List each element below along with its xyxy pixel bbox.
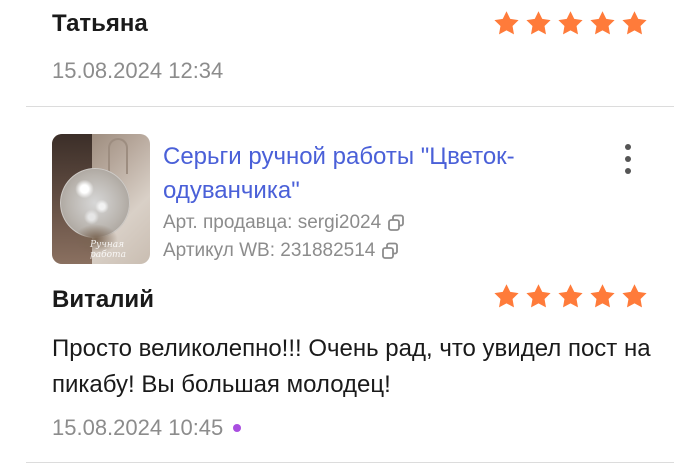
wb-article-text: Артикул WB: 231882514 [163,240,376,261]
seller-article-text: Арт. продавца: sergi2024 [163,212,382,233]
copy-icon[interactable] [381,242,399,260]
seller-article: Арт. продавца: sergi2024 [163,212,405,234]
star-icon [494,284,519,308]
review-date: 15.08.2024 10:45 [52,415,224,440]
star-icon [622,11,647,35]
wb-article: Артикул WB: 231882514 [163,240,399,262]
star-icon [494,11,519,35]
divider [26,462,674,463]
star-icon [590,284,615,308]
review-date: 15.08.2024 12:34 [52,58,224,83]
star-icon [590,11,615,35]
image-watermark: Ручная работа [90,240,126,260]
rating-stars [492,282,649,310]
review-author: Татьяна [52,10,148,37]
rating-stars [492,9,649,37]
product-image[interactable]: Ручная работа [52,134,150,264]
unread-dot-icon [233,424,242,432]
copy-icon[interactable] [387,214,405,232]
reviews-page: Татьяна 15.08.2024 12:34 Ручная работа С… [0,0,700,465]
divider [26,106,674,107]
star-icon [622,284,647,308]
product-title-link[interactable]: Серьги ручной работы "Цветок-одуванчика" [163,140,593,208]
star-icon [526,11,551,35]
review-text: Просто великолепно!!! Очень рад, что уви… [52,335,651,398]
star-icon [526,284,551,308]
star-icon [558,284,583,308]
review-date-row: 15.08.2024 10:45 [52,415,242,441]
review-author: Виталий [52,286,154,313]
more-vertical-icon[interactable] [616,142,640,176]
star-icon [558,11,583,35]
